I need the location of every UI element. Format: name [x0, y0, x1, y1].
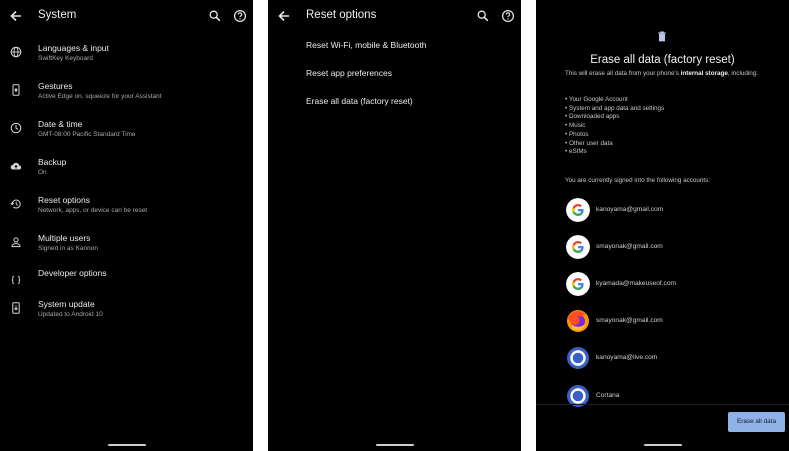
- person-icon: [11, 237, 21, 248]
- page-title: Reset options: [306, 9, 377, 21]
- account-email: kyamada@makeuseof.com: [596, 280, 676, 287]
- account-row: kanoyama@gmail.com: [566, 198, 779, 224]
- account-row: kyamada@makeuseof.com: [566, 272, 779, 298]
- list-item: Other user data: [565, 140, 664, 149]
- account-row: smayonak@gmail.com: [566, 309, 779, 335]
- signed-in-accounts-heading: You are currently signed into the follow…: [565, 177, 711, 184]
- settings-item-summary: Network, apps, or device can be reset: [38, 207, 148, 214]
- account-email: Cortana: [596, 392, 620, 399]
- settings-item-label: Reset options: [38, 195, 90, 205]
- trash-icon: [658, 31, 666, 42]
- account-email: smayonak@gmail.com: [596, 243, 663, 250]
- list-item: System and app data and settings: [565, 105, 664, 114]
- microsoft-account-icon: [567, 347, 589, 369]
- cloud-upload-icon: [10, 162, 22, 170]
- phone-gesture-icon: [12, 84, 20, 96]
- account-row: Cortana: [566, 384, 779, 410]
- list-item: Downloaded apps: [565, 113, 664, 122]
- globe-icon: [10, 46, 22, 58]
- description-text: , including:: [727, 70, 759, 77]
- list-item: eSIMs: [565, 148, 664, 157]
- reset-wifi-option[interactable]: Reset Wi-Fi, mobile & Bluetooth: [306, 40, 426, 50]
- settings-item-system-update[interactable]: System update Updated to Android 10: [0, 294, 253, 328]
- google-icon: [566, 272, 590, 296]
- erase-description: This will erase all data from your phone…: [565, 70, 775, 78]
- description-text: This will erase all data from your phone…: [565, 70, 681, 77]
- firefox-icon: [567, 310, 589, 332]
- help-icon[interactable]: [501, 9, 515, 23]
- settings-item-summary: Active Edge on, squeeze for your Assista…: [38, 93, 162, 100]
- back-arrow-icon[interactable]: [276, 8, 292, 24]
- settings-item-multiple-users[interactable]: Multiple users Signed in as Kannon: [0, 228, 253, 262]
- settings-item-backup[interactable]: Backup On: [0, 152, 253, 186]
- settings-item-label: Gestures: [38, 81, 73, 91]
- gesture-nav-handle[interactable]: [107, 444, 146, 446]
- erase-all-data-button[interactable]: Erase all data: [728, 412, 785, 432]
- settings-item-label: Backup: [38, 157, 67, 167]
- settings-item-summary: GMT-08:00 Pacific Standard Time: [38, 131, 136, 138]
- reset-options-screen: Reset options Reset Wi-Fi, mobile & Blue…: [268, 0, 521, 451]
- settings-item-label: Date & time: [38, 119, 83, 129]
- list-item: Photos: [565, 131, 664, 140]
- system-update-icon: [12, 302, 20, 314]
- reset-app-preferences-option[interactable]: Reset app preferences: [306, 68, 392, 78]
- account-email: smayonak@gmail.com: [596, 317, 663, 324]
- app-bar: System: [0, 0, 253, 32]
- erase-all-data-option[interactable]: Erase all data (factory reset): [306, 96, 413, 106]
- account-email: kanoyama@live.com: [596, 354, 658, 361]
- account-row: kanoyama@live.com: [566, 346, 779, 372]
- settings-item-label: System update: [38, 299, 95, 309]
- account-row: smayonak@gmail.com: [566, 235, 779, 261]
- settings-item-label: Languages & input: [38, 43, 109, 53]
- settings-item-languages[interactable]: Languages & input SwiftKey Keyboard: [0, 38, 253, 72]
- settings-item-reset-options[interactable]: Reset options Network, apps, or device c…: [0, 190, 253, 224]
- gesture-nav-handle[interactable]: [643, 444, 682, 446]
- help-icon[interactable]: [233, 9, 247, 23]
- list-item: Your Google Account: [565, 96, 664, 105]
- settings-item-summary: SwiftKey Keyboard: [38, 55, 93, 62]
- erased-items-list: Your Google Account System and app data …: [565, 96, 664, 157]
- search-icon[interactable]: [476, 9, 490, 23]
- google-icon: [566, 198, 590, 222]
- page-title: System: [38, 9, 77, 21]
- settings-item-label: Multiple users: [38, 233, 91, 243]
- settings-item-summary: Updated to Android 10: [38, 311, 103, 318]
- settings-item-summary: Signed in as Kannon: [38, 245, 98, 252]
- account-email: kanoyama@gmail.com: [596, 206, 664, 213]
- factory-reset-screen: Erase all data (factory reset) This will…: [536, 0, 789, 451]
- history-icon: [10, 199, 21, 209]
- code-braces-icon: [11, 275, 21, 285]
- app-bar: Reset options: [268, 0, 521, 32]
- settings-item-summary: On: [38, 169, 47, 176]
- description-emphasis: internal storage: [680, 70, 728, 77]
- settings-item-gestures[interactable]: Gestures Active Edge on, squeeze for you…: [0, 76, 253, 110]
- system-settings-screen: System Languages & input SwiftKey Keyboa…: [0, 0, 253, 451]
- google-icon: [566, 235, 590, 259]
- divider: [536, 404, 789, 405]
- clock-icon: [10, 122, 22, 134]
- settings-item-date-time[interactable]: Date & time GMT-08:00 Pacific Standard T…: [0, 114, 253, 148]
- page-title: Erase all data (factory reset): [590, 54, 735, 66]
- search-icon[interactable]: [208, 9, 222, 23]
- gesture-nav-handle[interactable]: [375, 444, 414, 446]
- list-item: Music: [565, 122, 664, 131]
- back-arrow-icon[interactable]: [8, 8, 24, 24]
- settings-item-label: Developer options: [38, 268, 107, 278]
